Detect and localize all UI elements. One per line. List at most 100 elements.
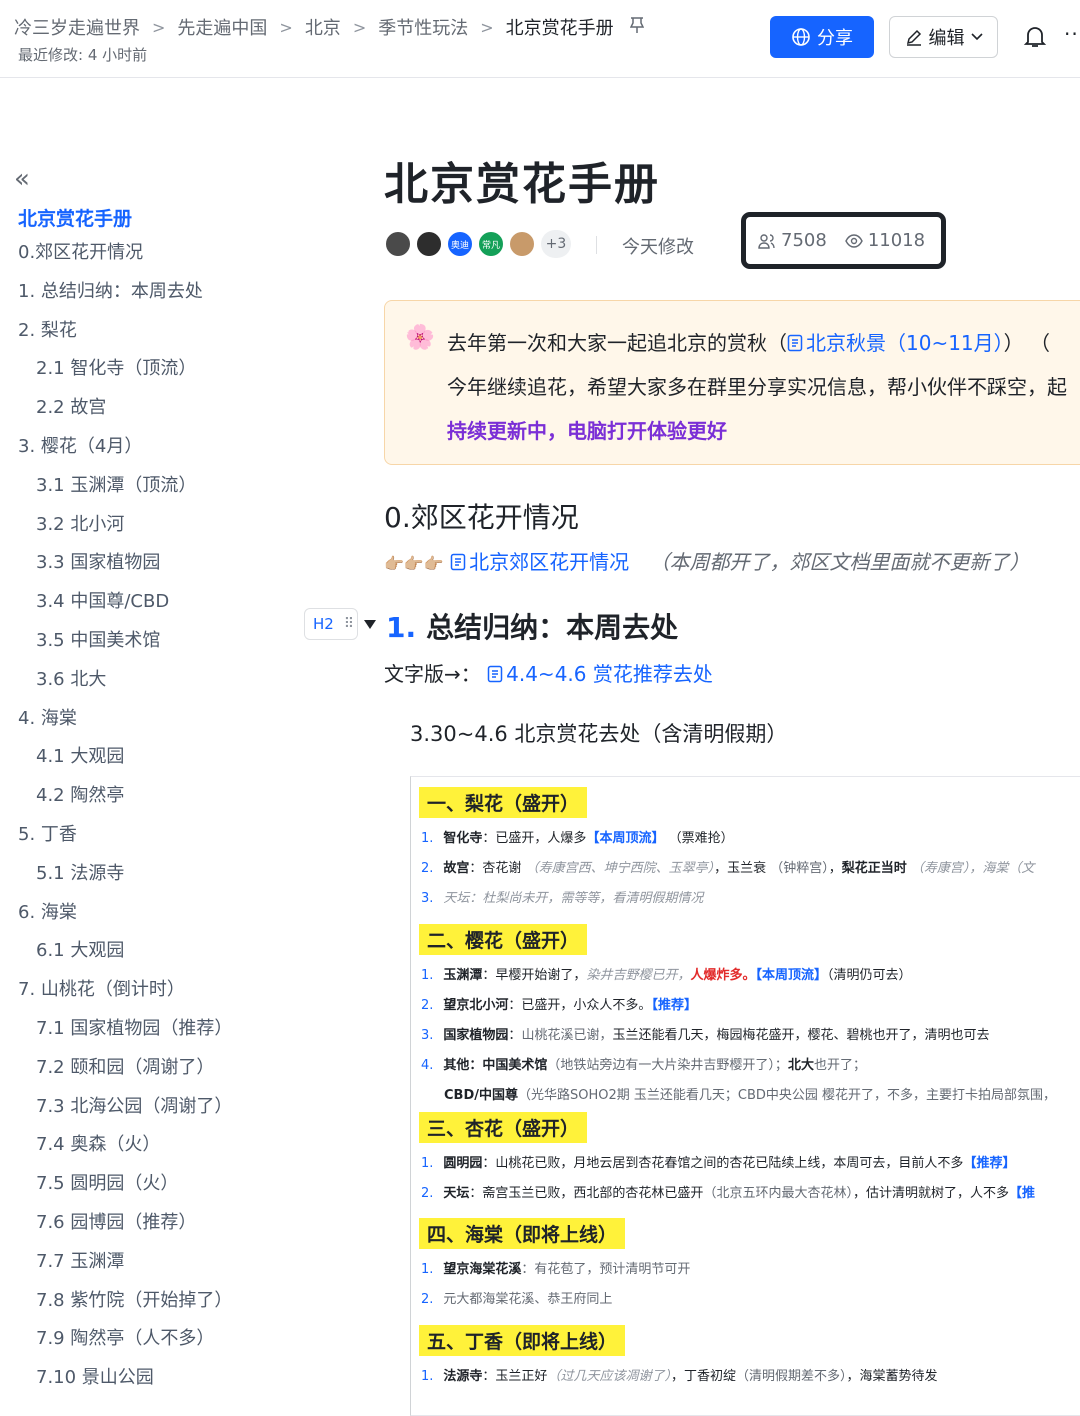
breadcrumb-item[interactable]: 冷三岁走遍世界 [14,14,140,40]
image-list-item: 1. 玉渊潭：早樱开始谢了，染井吉野樱已开，人爆炸多。【本周顶流】（清明仍可去） [421,964,912,983]
item-text: 法源寺 [443,1369,483,1384]
section-heading: 1. 总结归纳：本周去处 [386,606,678,646]
doc-link[interactable]: 4.4~4.6 赏花推荐去处 [487,662,713,686]
toc-item[interactable]: 5.1 法源寺 [0,863,300,902]
item-text: 梨花正当时 [841,861,907,876]
doc-link[interactable]: 北京郊区花开情况 [450,550,629,574]
toc-item[interactable]: 7. 山桃花（倒计时） [0,979,300,1018]
toc-item[interactable]: 6.1 大观园 [0,940,300,979]
toc-item[interactable]: 7.2 颐和园（凋谢了） [0,1057,300,1096]
toc-item[interactable]: 7.10 景山公园 [0,1367,300,1406]
avatar[interactable] [508,230,536,258]
toc-item[interactable]: 3.5 中国美术馆 [0,630,300,669]
item-text: 【推荐】 [651,998,697,1013]
image-list-item: 3. 天坛：杜梨尚未开，需等等，看清明假期情况 [421,887,703,906]
toc-item[interactable]: 7.5 圆明园（火） [0,1173,300,1212]
toc-item[interactable]: 4.1 大观园 [0,746,300,785]
users-icon [758,233,775,249]
toc-item[interactable]: 2. 梨花 [0,320,300,359]
item-text: 其他：中国美术馆 [443,1058,548,1073]
heading-text: 总结归纳：本周去处 [426,611,679,644]
toc-item[interactable]: 0.郊区花开情况 [0,242,300,281]
toc-list: 0.郊区花开情况 1. 总结归纳：本周去处 2. 梨花 2.1 智化寺（顶流） 2.2 … [0,242,300,1406]
toc-item[interactable]: 3.4 中国尊/CBD [0,591,300,630]
item-text: 【推荐】 [963,1156,1016,1171]
toc-item[interactable]: 1. 总结归纳：本周去处 [0,281,300,320]
item-text: 天坛 [443,1186,470,1201]
item-text: （寿康宫），海棠（文 [906,861,1035,876]
chevron-right-icon: > [279,17,293,37]
avatar[interactable] [415,230,443,258]
toc-item[interactable]: 7.4 奥森（火） [0,1134,300,1173]
item-text: 圆明园 [443,1156,483,1171]
collaborators[interactable]: 奥迪 常凡 +3 [384,230,571,258]
toc-item[interactable]: 7.3 北海公园（凋谢了） [0,1096,300,1135]
image-list-item: 2. 望京北小河：已盛开，小众人不多。【推荐】 [421,994,697,1013]
section-note: （本周都开了，郊区文档里面就不更新了） [649,550,1030,574]
collapse-triangle-icon[interactable] [364,620,376,629]
toc-item[interactable]: 3.3 国家植物园 [0,552,300,591]
item-text: ，玉兰衰 [714,861,771,876]
highlighted-title: 二、樱花（盛开） [419,924,588,955]
doc-icon [787,334,803,352]
doc-link-label: 4.4~4.6 赏花推荐去处 [506,662,713,686]
toc-item[interactable]: 3.1 玉渊潭（顶流） [0,475,300,514]
toc-item[interactable]: 6. 海棠 [0,902,300,941]
callout-text: ） （ [1003,331,1051,355]
toc-item[interactable]: 3. 樱花（4月） [0,436,300,475]
doc-stats[interactable]: 7508 11018 [741,212,946,269]
item-number: 2. [421,1292,434,1307]
section0-row: 👉🏼👉🏼👉🏼 北京郊区花开情况 （本周都开了，郊区文档里面就不更新了） [384,546,1029,575]
toc-item[interactable]: 3.2 北小河 [0,514,300,553]
doc-link[interactable]: 北京秋景（10~11月） [787,331,1004,355]
collapse-sidebar-icon[interactable]: « [14,164,30,194]
doc-icon [450,553,466,571]
image-list-item: 2. 故宫：杏花谢 （寿康宫西、坤宁西院、玉翠亭），玉兰衰 （钟粹宫），梨花正当时… [421,857,1034,876]
toc-item[interactable]: 2.1 智化寺（顶流） [0,358,300,397]
toc-item[interactable]: 4. 海棠 [0,708,300,747]
readers-count: 7508 [781,230,827,251]
image-list-item: 1. 法源寺：玉兰正好（过几天应该凋谢了），丁香初绽（清明假期差不多），海棠蓄势待… [421,1365,938,1384]
item-number: 1. [421,968,434,983]
toc-title[interactable]: 北京赏花手册 [18,204,132,231]
drag-handle-icon[interactable]: ⠿ [344,616,354,632]
item-text: ，丁香初绽 [670,1369,736,1384]
more-collaborators[interactable]: +3 [541,230,571,258]
toc-item[interactable]: 7.9 陶然亭（人不多） [0,1328,300,1367]
toc-item[interactable]: 3.6 北大 [0,669,300,708]
doc-link-label: 北京秋景（10~11月） [806,331,1004,355]
image-list-item: 2. 天坛：斋宫玉兰已败，西北部的杏花林已盛开（北京五环内最大杏花林），估计清明就… [421,1182,1035,1201]
item-text: 故宫 [443,861,470,876]
doc-icon [487,665,503,683]
highlighted-title: 一、梨花（盛开） [419,787,588,818]
item-number: 3. [421,891,434,906]
item-text: （光华路SOHO2期 玉兰还能看几天；CBD中央公园 樱花开了，不多，主要打卡拍… [518,1088,1057,1103]
toc-item[interactable]: 5. 丁香 [0,824,300,863]
item-number: 1. [421,1369,434,1384]
image-list-item: CBD/中国尊（光华路SOHO2期 玉兰还能看几天；CBD中央公园 樱花开了，不… [444,1084,1056,1103]
image-caption: 3.30~4.6 北京赏花去处（含清明假期） [410,722,788,746]
last-modified: 最近修改: 4 小时前 [18,46,148,64]
item-text: 也开了； [813,1058,866,1073]
text-version-row: 文字版→： 4.4~4.6 赏花推荐去处 [384,658,713,687]
embedded-image[interactable]: 一、梨花（盛开） 1. 智化寺：已盛开，人爆多【本周顶流】 （票难抢） 2. 故宫：杏花… [410,776,1080,1416]
breadcrumb-item[interactable]: 北京 [305,14,341,40]
avatar[interactable]: 常凡 [477,230,505,258]
item-text: 国家植物园 [443,1028,509,1043]
item-text: ：杏花谢 [469,861,526,876]
toc-item[interactable]: 7.1 国家植物园（推荐） [0,1018,300,1057]
avatar[interactable] [384,230,412,258]
item-text: ，估计清明就树了，人不多 [852,1186,1009,1201]
toc-item[interactable]: 2.2 故宫 [0,397,300,436]
toc-item[interactable]: 4.2 陶然亭 [0,785,300,824]
image-block-heading: 四、海棠（即将上线） [419,1218,626,1249]
divider [596,236,597,254]
heading-level-tag[interactable]: H2 ⠿ [304,608,358,640]
toc-item[interactable]: 7.8 紫竹院（开始掉了） [0,1290,300,1329]
item-text: CBD/中国尊 [444,1088,518,1103]
avatar[interactable]: 奥迪 [446,230,474,258]
toc-item[interactable]: 7.6 园博园（推荐） [0,1212,300,1251]
breadcrumb-item[interactable]: 先走遍中国 [177,14,267,40]
item-text: ， [828,861,842,876]
toc-item[interactable]: 7.7 玉渊潭 [0,1251,300,1290]
